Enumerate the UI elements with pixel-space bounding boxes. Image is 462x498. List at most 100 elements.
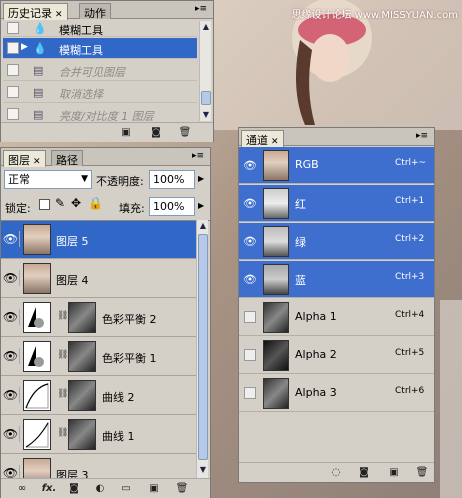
fill-field[interactable]: 100% [149,197,195,216]
history-item[interactable]: ▤ 合并可见图层 [3,60,197,81]
channel-row[interactable]: Alpha 3 Ctrl+6 [239,375,434,412]
channel-row[interactable]: 👁 RGB Ctrl+~ [239,147,434,184]
scroll-up-icon[interactable]: ▲ [197,220,209,232]
new-group-folder-icon[interactable]: ▭ [119,482,133,495]
eye-icon[interactable]: 👁 [2,387,20,403]
eye-icon[interactable]: 👁 [2,465,20,478]
channel-row[interactable]: 👁 蓝 Ctrl+3 [239,261,434,298]
eye-icon[interactable]: 👁 [2,231,20,247]
trash-icon[interactable]: 🗑 [175,482,189,495]
link-layers-icon[interactable]: ∞ [15,482,29,495]
channel-row[interactable]: Alpha 2 Ctrl+5 [239,337,434,374]
new-channel-icon[interactable]: ▣ [387,466,401,479]
close-icon[interactable]: ✕ [55,10,63,20]
chevron-right-icon[interactable]: ▶ [198,174,204,183]
channel-row[interactable]: 👁 绿 Ctrl+2 [239,223,434,260]
link-chain-icon[interactable]: ⛓ [57,428,68,438]
layer-name[interactable]: 图层 4 [56,272,89,288]
layer-name[interactable]: 图层 5 [56,233,89,249]
visibility-checkbox[interactable] [244,387,256,399]
add-mask-icon[interactable]: ◙ [67,482,81,495]
eye-icon[interactable]: 👁 [243,273,257,286]
scrollbar-thumb[interactable] [201,91,211,105]
eye-icon[interactable]: 👁 [243,235,257,248]
tab-history[interactable]: 历史记录 ✕ [3,3,68,20]
layer-row[interactable]: 👁 ⛓ 色彩平衡 1 [1,338,196,376]
new-document-icon[interactable]: ▣ [119,126,133,139]
blend-mode-select[interactable]: 正常 ▼ [4,170,92,189]
history-item[interactable]: ▤ 取消选择 [3,82,197,103]
layer-name[interactable]: 色彩平衡 1 [102,350,157,366]
tab-layers[interactable]: 图层 ✕ [3,150,46,167]
link-chain-icon[interactable]: ⛓ [57,389,68,399]
channel-row[interactable]: Alpha 1 Ctrl+4 [239,299,434,336]
close-icon[interactable]: ✕ [33,157,41,167]
panel-menu-icon[interactable]: ▸≡ [416,131,430,141]
channels-list: 👁 RGB Ctrl+~ 👁 红 Ctrl+1 👁 绿 Ctrl+2 👁 蓝 C… [239,147,434,459]
eye-icon[interactable]: 👁 [2,270,20,286]
snapshot-source-checkbox[interactable] [7,22,19,34]
eye-icon[interactable]: 👁 [2,426,20,442]
save-selection-icon[interactable]: ◙ [357,466,371,479]
scroll-down-icon[interactable]: ▼ [200,109,212,121]
opacity-field[interactable]: 100% [149,170,195,189]
tab-actions-label: 动作 [84,7,106,20]
channel-row[interactable]: 👁 红 Ctrl+1 [239,185,434,222]
history-item[interactable]: 💧 模糊工具 [3,21,197,37]
eye-icon[interactable]: 👁 [243,159,257,172]
eye-icon[interactable]: 👁 [2,348,20,364]
layer-name[interactable]: 图层 3 [56,467,89,478]
layer-row[interactable]: 👁 ⛓ 曲线 1 [1,416,196,454]
tab-actions[interactable]: 动作 [79,3,111,20]
snapshot-source-checkbox[interactable] [7,108,19,120]
history-item-selected[interactable]: ▶ 💧 模糊工具 [3,38,197,59]
chevron-right-icon[interactable]: ▶ [198,201,204,210]
tab-paths[interactable]: 路径 [51,150,83,167]
trash-icon[interactable]: 🗑 [415,466,429,479]
layer-name[interactable]: 曲线 2 [102,389,135,405]
scroll-up-icon[interactable]: ▲ [200,21,212,33]
eye-icon[interactable]: 👁 [243,197,257,210]
snapshot-source-checkbox[interactable] [7,86,19,98]
scroll-down-icon[interactable]: ▼ [197,464,209,476]
history-scrollbar[interactable]: ▲ ▼ [199,21,211,121]
adjustment-layer-icon[interactable]: ◐ [93,482,107,495]
history-item-label: 取消选择 [59,88,103,101]
layer-row[interactable]: 👁 图层 3 [1,455,196,478]
link-chain-icon[interactable]: ⛓ [57,311,68,321]
layer-name[interactable]: 曲线 1 [102,428,135,444]
camera-icon[interactable]: ◙ [149,126,163,139]
layer-row[interactable]: 👁 ⛓ 色彩平衡 2 [1,299,196,337]
trash-icon[interactable]: 🗑 [178,126,192,139]
layer-mask-thumbnail[interactable] [68,341,96,372]
lock-transparent-icon[interactable] [39,199,50,210]
tab-channels[interactable]: 通道 ✕ [241,130,284,147]
channel-thumbnail [263,150,289,181]
visibility-checkbox[interactable] [244,311,256,323]
layer-name[interactable]: 色彩平衡 2 [102,311,157,327]
snapshot-source-checkbox[interactable] [7,64,19,76]
layer-row[interactable]: 👁 图层 4 [1,260,196,298]
layer-style-fx-icon[interactable]: fx. [39,482,59,495]
lock-image-brush-icon[interactable]: ✎ [55,196,65,210]
panel-menu-icon[interactable]: ▸≡ [192,151,206,161]
layer-row[interactable]: 👁 图层 5 [1,221,196,259]
panel-menu-icon[interactable]: ▸≡ [195,4,209,14]
layer-mask-thumbnail[interactable] [68,380,96,411]
link-chain-icon[interactable]: ⛓ [57,350,68,360]
layer-row[interactable]: 👁 ⛓ 曲线 2 [1,377,196,415]
channel-thumbnail [263,264,289,295]
lock-position-move-icon[interactable]: ✥ [71,196,81,210]
snapshot-source-checkbox[interactable] [7,42,19,54]
close-icon[interactable]: ✕ [271,137,279,147]
layers-scrollbar[interactable]: ▲ ▼ [196,220,208,478]
load-selection-icon[interactable]: ◌ [329,466,343,479]
visibility-checkbox[interactable] [244,349,256,361]
lock-all-icon[interactable]: 🔒 [88,196,103,210]
scrollbar-thumb[interactable] [198,234,208,460]
layer-mask-thumbnail[interactable] [68,419,96,450]
layer-mask-thumbnail[interactable] [68,302,96,333]
channel-name: 绿 [295,236,306,249]
new-layer-icon[interactable]: ▣ [147,482,161,495]
eye-icon[interactable]: 👁 [2,309,20,325]
